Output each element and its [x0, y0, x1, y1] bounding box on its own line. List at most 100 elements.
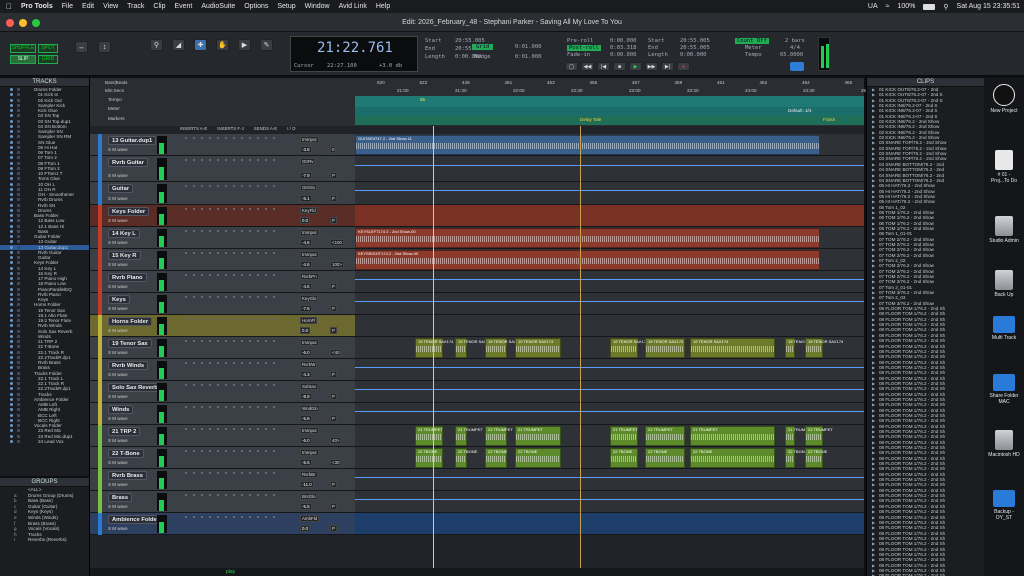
track-visible-icon[interactable]: [10, 355, 13, 359]
trim-tool-icon[interactable]: ◢: [172, 39, 185, 51]
insert-slot[interactable]: [273, 252, 275, 254]
track-visible-icon[interactable]: [10, 424, 13, 427]
track-playlist-lane[interactable]: [355, 491, 864, 513]
insert-slot[interactable]: [257, 137, 259, 139]
volume-automation-line[interactable]: [355, 301, 864, 302]
insert-slot[interactable]: [201, 450, 203, 452]
insert-slot[interactable]: [265, 185, 267, 187]
insert-slot[interactable]: [209, 516, 211, 518]
insert-slot[interactable]: [265, 362, 267, 364]
metronome-button[interactable]: [790, 62, 804, 71]
insert-slot[interactable]: [241, 159, 243, 161]
track-volume[interactable]: -8.9: [300, 393, 312, 400]
track-visible-icon[interactable]: [10, 119, 13, 123]
insert-slot[interactable]: [241, 296, 243, 298]
insert-slot[interactable]: [273, 450, 275, 452]
insert-slot[interactable]: [233, 208, 235, 210]
track-visible-icon[interactable]: [10, 156, 13, 160]
track-visible-icon[interactable]: [10, 166, 13, 170]
track-visible-icon[interactable]: [10, 240, 13, 244]
track-header[interactable]: Guitar S M wave GtrGlo -5.1 P: [90, 182, 355, 205]
menu-track[interactable]: Track: [127, 3, 144, 10]
input-language[interactable]: UA: [868, 3, 878, 10]
insert-slot[interactable]: [265, 406, 267, 408]
track-playlist-lane[interactable]: [355, 359, 864, 381]
audio-clip[interactable]: 21 TRUMPET: [645, 426, 685, 446]
insert-slot[interactable]: [209, 159, 211, 161]
track-pan[interactable]: P: [330, 327, 337, 334]
track-visible-icon[interactable]: [10, 151, 13, 154]
clips-panel-title[interactable]: CLIPS: [867, 78, 984, 87]
track-name[interactable]: Brass: [108, 493, 133, 502]
tempo-value[interactable]: 65.0000: [780, 52, 803, 58]
meter-value[interactable]: 4/4: [790, 45, 800, 51]
insert-slot[interactable]: [209, 428, 211, 430]
insert-slot[interactable]: [209, 384, 211, 386]
insert-slot[interactable]: [249, 472, 251, 474]
insert-slot[interactable]: [209, 362, 211, 364]
insert-slot[interactable]: [257, 230, 259, 232]
insert-slot[interactable]: [241, 494, 243, 496]
track-visible-icon[interactable]: [10, 130, 13, 133]
insert-slot[interactable]: [233, 252, 235, 254]
insert-slot[interactable]: [249, 230, 251, 232]
tracks-panel-title[interactable]: TRACKS: [0, 78, 89, 87]
insert-slot[interactable]: [193, 428, 195, 430]
grabber-tool-icon[interactable]: ✋: [216, 39, 229, 51]
postroll-value[interactable]: 0:03.318: [610, 45, 637, 51]
track-io-input[interactable]: KeyGlo: [300, 295, 319, 302]
audio-clip[interactable]: 21 TRUMPET: [455, 426, 483, 446]
audio-clip[interactable]: 19 TENOR SAX174: [415, 338, 453, 358]
insert-slot[interactable]: [265, 159, 267, 161]
insert-slot[interactable]: [185, 318, 187, 320]
nudge-value[interactable]: 0:01.000: [515, 54, 542, 60]
count-off-button[interactable]: Count Off: [735, 38, 769, 44]
track-visible-icon[interactable]: [10, 413, 13, 417]
insert-slot[interactable]: [249, 318, 251, 320]
insert-slot[interactable]: [233, 230, 235, 232]
insert-slot[interactable]: [209, 208, 211, 210]
track-solo-mute[interactable]: S M wave: [108, 218, 128, 223]
zoom-out-button[interactable]: ↔: [75, 41, 88, 53]
track-visible-icon[interactable]: [10, 340, 13, 343]
insert-slot[interactable]: [265, 494, 267, 496]
track-name[interactable]: Winds: [108, 405, 134, 414]
insert-slot[interactable]: [225, 137, 227, 139]
insert-slot[interactable]: [241, 185, 243, 187]
insert-slot[interactable]: [265, 384, 267, 386]
record-icon[interactable]: ●: [677, 62, 690, 71]
track-visible-icon[interactable]: [10, 198, 13, 202]
track-io-input[interactable]: HornFl: [300, 317, 318, 324]
insert-slot[interactable]: [217, 185, 219, 187]
track-solo-mute[interactable]: S M wave: [108, 372, 128, 377]
track-playlist-lane[interactable]: [355, 182, 864, 205]
insert-slot[interactable]: [185, 137, 187, 139]
insert-slot[interactable]: [201, 494, 203, 496]
track-visible-icon[interactable]: [10, 187, 13, 191]
insert-slot[interactable]: [265, 428, 267, 430]
desktop-icon[interactable]: Backup - OY_ST: [988, 490, 1020, 521]
track-visible-icon[interactable]: [10, 261, 13, 265]
track-header[interactable]: 21 TRP 2 S M wave tmInput -6.0 40>: [90, 425, 355, 447]
track-volume[interactable]: -3.8: [300, 146, 312, 153]
track-volume[interactable]: -6.0: [300, 349, 312, 356]
insert-slot[interactable]: [217, 494, 219, 496]
track-name[interactable]: 14 Key L: [108, 229, 140, 238]
audio-clip[interactable]: 19 TENOR SAX174: [785, 338, 823, 358]
insert-slot[interactable]: [193, 274, 195, 276]
insert-slot[interactable]: [193, 516, 195, 518]
track-visible-icon[interactable]: [10, 182, 13, 186]
insert-slot[interactable]: [209, 318, 211, 320]
audio-clip[interactable]: 19 TENOR SAX174: [690, 338, 775, 358]
track-visible-icon[interactable]: [10, 345, 13, 349]
volume-automation-line[interactable]: [355, 367, 864, 368]
insert-slot[interactable]: [257, 185, 259, 187]
track-io-input[interactable]: KeyFld: [300, 207, 318, 214]
track-pan[interactable]: <30: [330, 459, 342, 466]
insert-slot[interactable]: [265, 516, 267, 518]
insert-slot[interactable]: [273, 274, 275, 276]
insert-slot[interactable]: [185, 362, 187, 364]
audio-clip[interactable]: 22 TBONE: [455, 448, 477, 468]
track-visible-icon[interactable]: [10, 140, 13, 144]
audio-clip[interactable]: 19 TENOR SAX174: [645, 338, 685, 358]
